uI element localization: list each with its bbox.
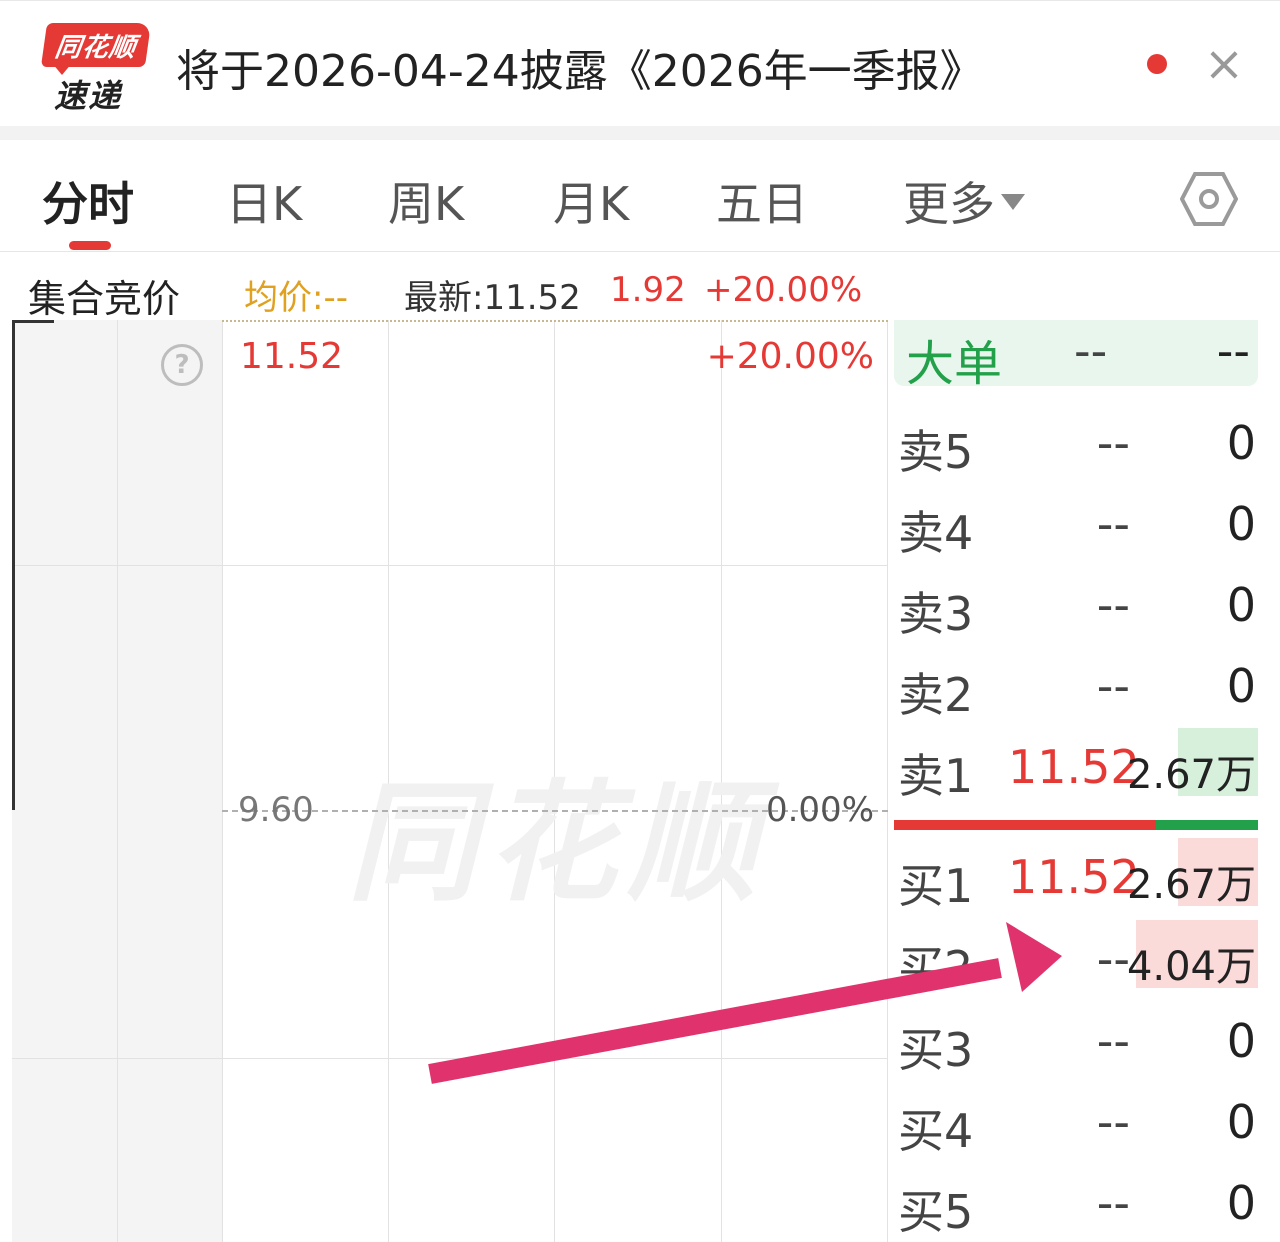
- bid-volume: 2.67万: [1126, 862, 1256, 908]
- bid-label: 买2: [898, 941, 974, 995]
- big-order-label: 大单: [906, 336, 1003, 392]
- ask-label: 卖1: [898, 749, 974, 803]
- big-order-row[interactable]: 大单 -- --: [894, 320, 1258, 392]
- ask-price: --: [1096, 497, 1130, 551]
- chart-top-pct: +20.00%: [706, 336, 874, 377]
- bid-price: --: [1096, 1176, 1130, 1230]
- chart-top-price: 11.52: [240, 336, 344, 377]
- bid-price: --: [1096, 1095, 1130, 1149]
- auction-price-cap: [12, 320, 54, 323]
- ask-label: 卖4: [898, 506, 974, 560]
- limit-up-line: [222, 320, 888, 322]
- grid-hline: [12, 565, 888, 566]
- unread-dot-icon: [1147, 54, 1167, 74]
- bid-label: 买4: [898, 1104, 974, 1158]
- ask-row-5: 卖5 -- 0: [888, 402, 1268, 482]
- tab-more-label: 更多: [903, 177, 995, 231]
- bid-row-2: 买2 -- 4.04万: [888, 918, 1268, 998]
- ths-express-logo: 同花顺 速递: [40, 19, 152, 115]
- bid-row-5: 买5 -- 0: [888, 1162, 1268, 1242]
- ask-price: --: [1096, 578, 1130, 632]
- quote-info-row: 集合竞价 均价:-- 最新:11.52 1.92 +20.00%: [0, 252, 1280, 323]
- bid-volume: 4.04万: [1126, 944, 1256, 990]
- ask-label: 卖5: [898, 425, 974, 479]
- call-auction-label[interactable]: 集合竞价: [28, 268, 180, 323]
- tab-monthly-k[interactable]: 月K: [553, 168, 629, 234]
- ask-volume: 2.67万: [1126, 752, 1256, 798]
- tab-five-day[interactable]: 五日: [716, 168, 808, 234]
- notice-text[interactable]: 将于2026-04-24披露《2026年一季报》: [176, 35, 984, 99]
- bid-price: 11.52: [1008, 850, 1140, 904]
- section-divider: [0, 126, 1280, 140]
- caret-down-icon: [1001, 193, 1025, 210]
- ask-row-1: 卖1 11.52 2.67万: [888, 726, 1268, 806]
- ask-price: --: [1096, 659, 1130, 713]
- bid-price: --: [1096, 932, 1130, 986]
- bid-volume: 0: [1226, 1095, 1256, 1149]
- grid-vline: [117, 320, 118, 1242]
- big-order-right: --: [1216, 324, 1250, 378]
- bid-ratio: [894, 820, 1156, 830]
- ask-volume: 0: [1226, 497, 1256, 551]
- settings-icon[interactable]: [1180, 170, 1238, 228]
- ask-ratio: [1156, 820, 1258, 830]
- bid-label: 买3: [898, 1023, 974, 1077]
- price-change: 1.92: [610, 270, 686, 310]
- ask-label: 卖2: [898, 668, 974, 722]
- chart-period-tabs: 分时 日K 周K 月K 五日 更多: [0, 140, 1280, 252]
- bid-volume: 0: [1226, 1014, 1256, 1068]
- bid-row-4: 买4 -- 0: [888, 1081, 1268, 1161]
- ask-volume: 0: [1226, 659, 1256, 713]
- average-price: 均价:--: [244, 278, 348, 318]
- tab-more[interactable]: 更多: [903, 168, 1025, 234]
- chart-prev-close-price: 9.60: [238, 790, 314, 830]
- ask-volume: 0: [1226, 578, 1256, 632]
- bid-ask-ratio-bar: [894, 820, 1258, 830]
- price-change-pct: +20.00%: [704, 270, 863, 310]
- ask-row-3: 卖3 -- 0: [888, 564, 1268, 644]
- bid-label: 买5: [898, 1185, 974, 1239]
- bid-label: 买1: [898, 859, 974, 913]
- ths-watermark: 同花顺: [347, 767, 768, 919]
- tab-weekly-k[interactable]: 周K: [388, 168, 464, 234]
- ask-volume: 0: [1226, 416, 1256, 470]
- logo-bottom-text: 速递: [54, 77, 123, 115]
- ask-price: 11.52: [1008, 740, 1140, 794]
- help-icon[interactable]: ?: [161, 344, 203, 386]
- ask-row-4: 卖4 -- 0: [888, 483, 1268, 563]
- ask-row-2: 卖2 -- 0: [888, 645, 1268, 725]
- active-tab-indicator: [69, 241, 111, 250]
- logo-top-text: 同花顺: [53, 32, 139, 63]
- bid-row-3: 买3 -- 0: [888, 1000, 1268, 1080]
- notice-banner[interactable]: 同花顺 速递 将于2026-04-24披露《2026年一季报》 ×: [0, 0, 1280, 126]
- intraday-chart[interactable]: 同花顺 ? 11.52 +20.00% 9.60 0.00%: [12, 320, 888, 1242]
- bid-price: --: [1096, 1014, 1130, 1068]
- big-order-mid: --: [1074, 324, 1108, 378]
- bid-volume: 0: [1226, 1176, 1256, 1230]
- grid-vline: [222, 320, 223, 1242]
- tab-daily-k[interactable]: 日K: [226, 168, 302, 234]
- auction-price-line: [12, 320, 15, 810]
- bid-row-1: 买1 11.52 2.67万: [888, 836, 1268, 916]
- ask-price: --: [1096, 416, 1130, 470]
- latest-price: 最新:11.52: [404, 278, 581, 318]
- close-icon[interactable]: ×: [1202, 39, 1246, 89]
- ask-label: 卖3: [898, 587, 974, 641]
- order-book[interactable]: 大单 -- -- 卖5 -- 0 卖4 -- 0 卖3 -- 0 卖2 -- 0…: [888, 320, 1268, 1242]
- grid-hline: [12, 1058, 888, 1059]
- tab-intraday[interactable]: 分时: [42, 168, 134, 234]
- chart-prev-close-pct: 0.00%: [765, 790, 874, 830]
